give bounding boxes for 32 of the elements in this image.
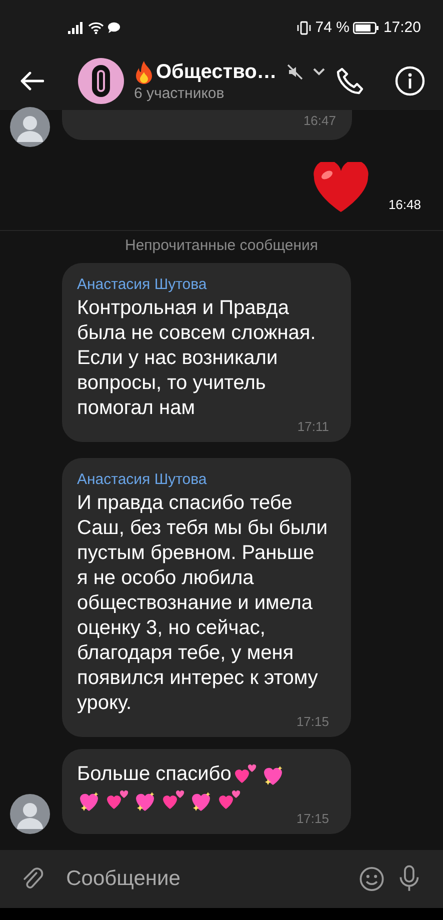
battery-icon [353, 22, 380, 34]
signal-icon [68, 22, 84, 34]
message-text: И правда спасибо тебе Саш, без тебя мы бы были пустым бревном. Раньше я не особо любила обществознание и имела оценку 3, но сейчас, благодаря тебе, у меня появился интерес к этому уроку. [77, 491, 329, 716]
avatar-icon[interactable] [10, 794, 50, 834]
message-time: 17:15 [295, 811, 329, 826]
clock: 17:20 [383, 19, 421, 36]
chevron-down-icon[interactable] [312, 68, 325, 76]
vibrate-icon [297, 20, 312, 34]
chat-bubble-icon [108, 22, 120, 33]
wifi-icon [88, 21, 104, 34]
message-input[interactable]: Сообщение [58, 867, 346, 891]
avatar-icon[interactable] [10, 107, 50, 147]
group-avatar[interactable] [78, 58, 124, 104]
chat-title[interactable]: Общество… [156, 60, 277, 84]
message-field[interactable]: Сообщение [0, 850, 443, 908]
battery-percent: 74 % [315, 19, 350, 36]
sender-name[interactable]: Анастасия Шутова [77, 276, 329, 293]
message-text: Больше спасибо [77, 762, 232, 787]
smiley-icon[interactable] [359, 864, 385, 894]
member-count: 6 участников [134, 85, 226, 102]
message-time: 16:47 [302, 113, 336, 128]
heart-icon [312, 162, 370, 214]
back-arrow-icon [20, 71, 44, 91]
info-icon [395, 66, 425, 96]
message-time: 17:15 [295, 714, 329, 729]
message-time: 17:11 [296, 419, 329, 434]
message-time: 16:48 [388, 197, 421, 212]
phone-icon [335, 66, 365, 96]
fire-icon [134, 60, 154, 84]
unread-divider-label: Непрочитанные сообщения [125, 237, 318, 256]
sender-name[interactable]: Анастасия Шутова [77, 471, 329, 488]
message-text: Контрольная и Правда была не совсем сложная. Если у нас возникали вопросы, то учитель помогал нам [77, 296, 317, 421]
